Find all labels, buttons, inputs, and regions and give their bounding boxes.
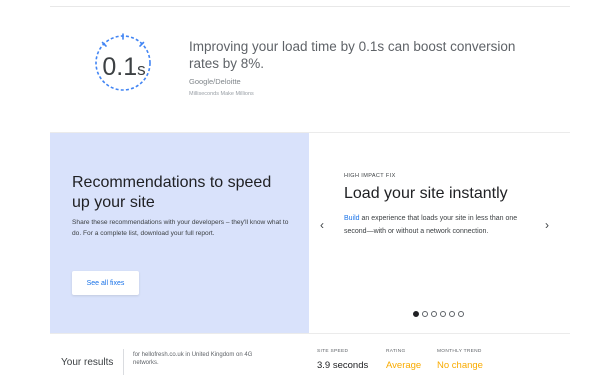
results-context: for hellofresh.co.uk in United Kingdom o… [133,352,253,366]
fix-title: Load your site instantly [344,185,508,202]
build-link[interactable]: Build [344,215,360,222]
carousel-dot[interactable] [413,311,419,317]
chevron-right-icon[interactable]: › [545,219,549,231]
fix-eyebrow: HIGH IMPACT FIX [344,173,396,179]
carousel-dot[interactable] [449,311,455,317]
results-label: Your results [61,357,114,368]
recommendations-description: Share these recommendations with your de… [72,219,289,237]
rating-value: Average [386,360,422,371]
monthly-trend-value: No change [437,360,483,371]
results-row: Your results for hellofresh.co.uk in Uni… [50,333,570,381]
stat-unit: s [137,60,146,79]
carousel-dot[interactable] [458,311,464,317]
load-time-stat: 0.1s [96,52,152,85]
results-divider [123,349,124,375]
carousel-dot[interactable] [440,311,446,317]
fix-description: Build an experience that loads your site… [344,212,534,238]
chevron-left-icon[interactable]: ‹ [320,219,324,231]
monthly-trend-label: MONTHLY TREND [437,349,482,354]
recommendations-title: Recommendations to speed up your site [72,174,272,211]
stat-headline: Improving your load time by 0.1s can boo… [189,39,516,71]
top-divider [50,6,570,7]
carousel-pagination [413,311,464,317]
site-speed-label: SITE SPEED [317,349,349,354]
fix-description-text: an experience that loads your site in le… [344,215,518,235]
fix-carousel: HIGH IMPACT FIX Load your site instantly… [309,133,570,333]
recommendations-panel: Recommendations to speed up your site Sh… [50,133,309,333]
carousel-dot[interactable] [431,311,437,317]
carousel-dot[interactable] [422,311,428,317]
rating-label: RATING [386,349,406,354]
see-all-fixes-button[interactable]: See all fixes [72,271,139,295]
site-speed-value: 3.9 seconds [317,360,369,371]
stat-source-subtitle: Milliseconds Make Millions [189,91,254,97]
stat-value: 0.1 [102,53,138,81]
stat-source: Google/Deloitte [189,77,241,86]
recommendations-card: Recommendations to speed up your site Sh… [50,132,570,381]
